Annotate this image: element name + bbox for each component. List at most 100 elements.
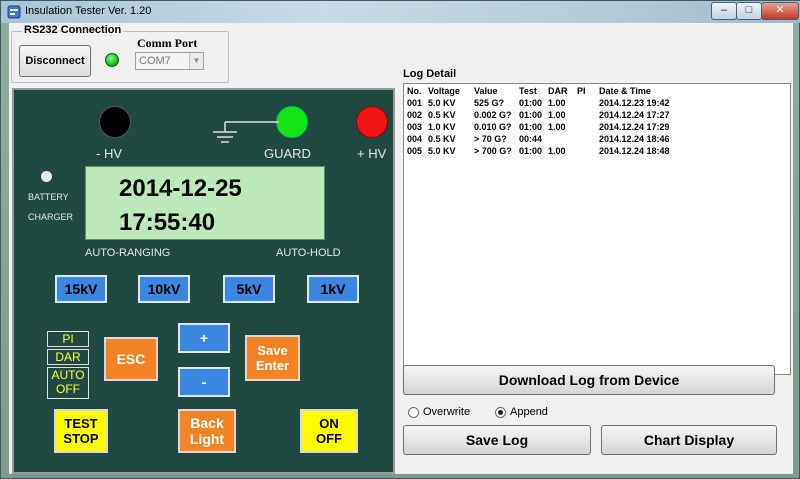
pos-hv-label: + HV	[357, 146, 387, 161]
on-off-label-1: ON	[319, 416, 339, 431]
title-bar[interactable]: Insulation Tester Ver. 1.20 – □ ✕	[1, 1, 800, 23]
log-cell: 525 G?	[474, 98, 505, 108]
maximize-button[interactable]: □	[736, 2, 762, 20]
client-area: RS232 Connection Disconnect Comm Port CO…	[9, 23, 793, 474]
col-header-value: Value	[474, 86, 498, 96]
test-stop-label-1: TEST	[64, 416, 98, 431]
col-header-datetime: Date & Time	[599, 86, 651, 96]
col-header-test: Test	[519, 86, 537, 96]
rs232-groupbox: RS232 Connection Disconnect Comm Port CO…	[11, 24, 229, 83]
lcd-display: 2014-12-25 17:55:40	[85, 166, 325, 240]
log-cell: 2014.12.23 19:42	[599, 98, 670, 108]
range-15kv-button[interactable]: 15kV	[55, 275, 107, 303]
log-cell: 5.0 KV	[428, 98, 456, 108]
log-cell: 2014.12.24 18:46	[599, 134, 670, 144]
log-cell: 003	[407, 122, 423, 132]
log-cell: 01:00	[519, 122, 543, 132]
chart-display-button[interactable]: Chart Display	[601, 425, 777, 455]
save-log-button[interactable]: Save Log	[403, 425, 591, 455]
log-row[interactable]: 003 1.0 KV 0.010 G? 01:00 1.00 2014.12.24 17:…	[407, 122, 787, 134]
log-cell: 0.5 KV	[428, 134, 456, 144]
save-enter-button[interactable]: Save Enter	[245, 335, 300, 381]
overwrite-radio[interactable]	[408, 407, 419, 418]
overwrite-label[interactable]: Overwrite	[423, 406, 470, 418]
log-cell: > 700 G?	[474, 146, 512, 156]
col-header-no: No.	[407, 86, 422, 96]
log-cell: 2014.12.24 17:27	[599, 110, 670, 120]
log-row[interactable]: 002 0.5 KV 0.002 G? 01:00 1.00 2014.12.24 17:…	[407, 110, 787, 122]
append-label[interactable]: Append	[510, 406, 548, 418]
col-header-dar: DAR	[548, 86, 568, 96]
comm-port-label: Comm Port	[137, 36, 198, 50]
col-header-pi: PI	[577, 86, 586, 96]
log-cell: 01:00	[519, 110, 543, 120]
close-button[interactable]: ✕	[761, 2, 799, 20]
log-row[interactable]: 001 5.0 KV 525 G? 01:00 1.00 2014.12.23 19:42	[407, 98, 787, 110]
log-row[interactable]: 005 5.0 KV > 700 G? 01:00 1.00 2014.12.24 18:…	[407, 146, 787, 158]
test-stop-button[interactable]: TEST STOP	[54, 409, 108, 453]
connection-status-led	[105, 53, 119, 67]
back-light-button[interactable]: Back Light	[178, 409, 236, 453]
guard-label: GUARD	[264, 146, 311, 161]
log-cell: 004	[407, 134, 423, 144]
log-header-row: No. Voltage Value Test DAR PI Date & Tim…	[407, 86, 787, 98]
range-5kv-button[interactable]: 5kV	[223, 275, 275, 303]
radio-selected-dot	[498, 410, 503, 415]
log-row[interactable]: 004 0.5 KV > 70 G? 00:44 2014.12.24 18:46	[407, 134, 787, 146]
save-enter-label-1: Save	[257, 343, 288, 358]
chevron-down-icon[interactable]: ▼	[189, 53, 203, 69]
log-cell: 1.00	[548, 122, 566, 132]
auto-off-indicator: AUTO OFF	[47, 367, 89, 399]
log-cell: 002	[407, 110, 423, 120]
comm-port-value: COM7	[139, 55, 171, 67]
esc-button[interactable]: ESC	[104, 337, 158, 381]
log-cell: 1.0 KV	[428, 122, 456, 132]
log-cell: 1.00	[548, 110, 566, 120]
rs232-group-title: RS232 Connection	[22, 24, 124, 36]
append-radio[interactable]	[495, 407, 506, 418]
pos-hv-terminal-icon	[356, 106, 388, 138]
log-rows: 001 5.0 KV 525 G? 01:00 1.00 2014.12.23 19:42…	[407, 98, 787, 158]
back-light-label-2: Light	[189, 431, 225, 447]
on-off-button[interactable]: ON OFF	[300, 409, 358, 453]
log-cell: 001	[407, 98, 423, 108]
minus-button[interactable]: -	[178, 367, 230, 397]
instrument-panel: - HV GUARD + HV BATTERY CHARGER 2014-12-…	[12, 88, 395, 474]
on-off-label-2: OFF	[316, 431, 342, 446]
auto-hold-label: AUTO-HOLD	[276, 247, 341, 259]
comm-port-select[interactable]: COM7 ▼	[135, 52, 204, 70]
log-cell: 2014.12.24 17:29	[599, 122, 670, 132]
dar-indicator: DAR	[47, 349, 89, 365]
charger-label: CHARGER	[28, 212, 74, 222]
range-10kv-button[interactable]: 10kV	[138, 275, 190, 303]
log-cell: 0.002 G?	[474, 110, 512, 120]
minimize-button[interactable]: –	[711, 2, 737, 20]
range-1kv-button[interactable]: 1kV	[307, 275, 359, 303]
back-light-label-1: Back	[190, 415, 224, 431]
log-cell: 01:00	[519, 98, 543, 108]
log-cell: 00:44	[519, 134, 543, 144]
neg-hv-terminal-icon	[99, 106, 131, 138]
log-cell: > 70 G?	[474, 134, 507, 144]
log-detail-title: Log Detail	[403, 68, 457, 80]
log-cell: 1.00	[548, 146, 566, 156]
log-cell: 005	[407, 146, 423, 156]
pi-indicator: PI	[47, 331, 89, 347]
guard-terminal-icon	[276, 106, 308, 138]
col-header-voltage: Voltage	[428, 86, 460, 96]
battery-label: BATTERY	[28, 192, 69, 202]
log-cell: 2014.12.24 18:48	[599, 146, 670, 156]
app-icon	[7, 5, 21, 19]
test-stop-label-2: STOP	[63, 431, 99, 446]
disconnect-button[interactable]: Disconnect	[19, 45, 91, 77]
log-cell: 1.00	[548, 98, 566, 108]
window-title: Insulation Tester Ver. 1.20	[25, 5, 152, 17]
log-cell: 5.0 KV	[428, 146, 456, 156]
battery-led	[41, 171, 52, 182]
lcd-time: 17:55:40	[119, 209, 216, 236]
app-window: Insulation Tester Ver. 1.20 – □ ✕ RS232 …	[0, 0, 800, 479]
neg-hv-label: - HV	[96, 146, 122, 161]
plus-button[interactable]: +	[178, 323, 230, 353]
download-log-button[interactable]: Download Log from Device	[403, 365, 775, 395]
log-list[interactable]: No. Voltage Value Test DAR PI Date & Tim…	[403, 83, 791, 375]
